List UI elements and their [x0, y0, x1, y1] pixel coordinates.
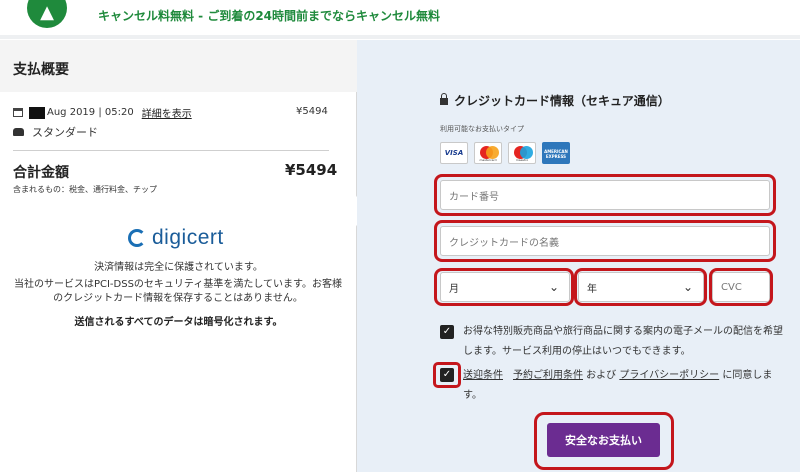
- newsletter-label: お得な特別販売商品や旅行商品に関する案内の電子メールの配信を希望します。サービス…: [463, 326, 783, 357]
- lock-icon: [440, 93, 448, 105]
- security-line-2: 当社のサービスはPCI-DSSのセキュリティ基準を満たしています。お客様のクレジ…: [13, 279, 343, 304]
- cvc-input[interactable]: CVC: [712, 272, 770, 302]
- summary-title: 支払概要: [13, 62, 69, 78]
- expiry-year-value: 年: [587, 283, 597, 295]
- divider: [0, 35, 800, 39]
- thumbs-up-icon: ▲: [27, 0, 67, 28]
- credit-card-title: クレジットカード情報（セキュア通信）: [440, 92, 670, 109]
- booking-price: ¥5494: [296, 106, 328, 117]
- cardholder-name-placeholder: クレジットカードの名義: [449, 237, 559, 249]
- secure-pay-button[interactable]: 安全なお支払い: [547, 423, 660, 457]
- digicert-mark-icon: [128, 229, 146, 247]
- terms-checkbox[interactable]: ✓: [440, 368, 454, 382]
- newsletter-checkbox[interactable]: ✓: [440, 325, 454, 339]
- visa-label: VISA: [444, 149, 464, 157]
- summary-divider: [13, 150, 329, 151]
- car-icon: [13, 128, 24, 136]
- digicert-logo: digicert: [128, 226, 224, 250]
- chevron-down-icon: ⌄: [682, 280, 693, 294]
- maestro-label: maestro: [515, 158, 529, 162]
- accepted-payment-label: 利用可能なお支払いタイプ: [440, 125, 524, 133]
- credit-card-title-text: クレジットカード情報（セキュア通信）: [454, 94, 670, 108]
- card-number-placeholder: カード番号: [449, 191, 499, 203]
- security-line-1: 決済情報は完全に保護されています。: [94, 262, 263, 273]
- maestro-icon: maestro: [508, 142, 536, 164]
- amex-label: AMERICAN EXPRESS: [544, 149, 568, 159]
- terms-label: 送迎条件 予約ご利用条件 および プライバシーポリシー に同意します。: [463, 366, 785, 406]
- total-value: ¥5494: [285, 161, 338, 179]
- transfer-terms-link[interactable]: 送迎条件: [463, 370, 503, 381]
- card-number-input[interactable]: カード番号: [440, 180, 770, 210]
- total-label: 合計金額: [13, 165, 69, 181]
- summary-header: 支払概要: [0, 40, 357, 92]
- cancellation-banner: ▲ キャンセル料無料 - ご到着の24時間前までならキャンセル無料: [0, 0, 800, 32]
- payment-summary-panel: 支払概要 Aug 2019 | 05:20 詳細を表示 ¥5494 スタンダード…: [0, 40, 373, 472]
- cvc-placeholder: CVC: [721, 281, 742, 293]
- cancellation-text: キャンセル料無料 - ご到着の24時間前までならキャンセル無料: [98, 9, 441, 23]
- mastercard-icon: mastercard: [474, 142, 502, 164]
- calendar-icon: [13, 108, 23, 117]
- vehicle-row: スタンダード: [13, 124, 98, 140]
- expiry-year-select[interactable]: 年 ⌄: [578, 272, 704, 302]
- booking-terms-link[interactable]: 予約ご利用条件: [513, 370, 583, 381]
- included-fees: 含まれるもの：税金、通行料金、チップ: [13, 185, 157, 194]
- cardholder-name-input[interactable]: クレジットカードの名義: [440, 226, 770, 256]
- booking-date: Aug 2019 | 05:20: [47, 107, 134, 118]
- chevron-down-icon: ⌄: [548, 280, 559, 294]
- accepted-cards: VISA mastercard maestro AMERICAN EXPRESS: [440, 142, 570, 164]
- expiry-month-select[interactable]: 月 ⌄: [440, 272, 570, 302]
- terms-and-text: および: [583, 370, 620, 381]
- vehicle-class: スタンダード: [32, 126, 98, 139]
- redacted-day: [29, 106, 45, 119]
- visa-icon: VISA: [440, 142, 468, 164]
- mastercard-label: mastercard: [479, 158, 497, 162]
- amex-icon: AMERICAN EXPRESS: [542, 142, 570, 164]
- digicert-wordmark: digicert: [152, 226, 224, 249]
- security-line-3: 送信されるすべてのデータは暗号化されます。: [74, 317, 283, 328]
- booking-date-row: Aug 2019 | 05:20 詳細を表示: [13, 105, 192, 120]
- expiry-month-value: 月: [449, 283, 459, 295]
- privacy-policy-link[interactable]: プライバシーポリシー: [619, 370, 719, 381]
- show-details-link[interactable]: 詳細を表示: [142, 105, 192, 120]
